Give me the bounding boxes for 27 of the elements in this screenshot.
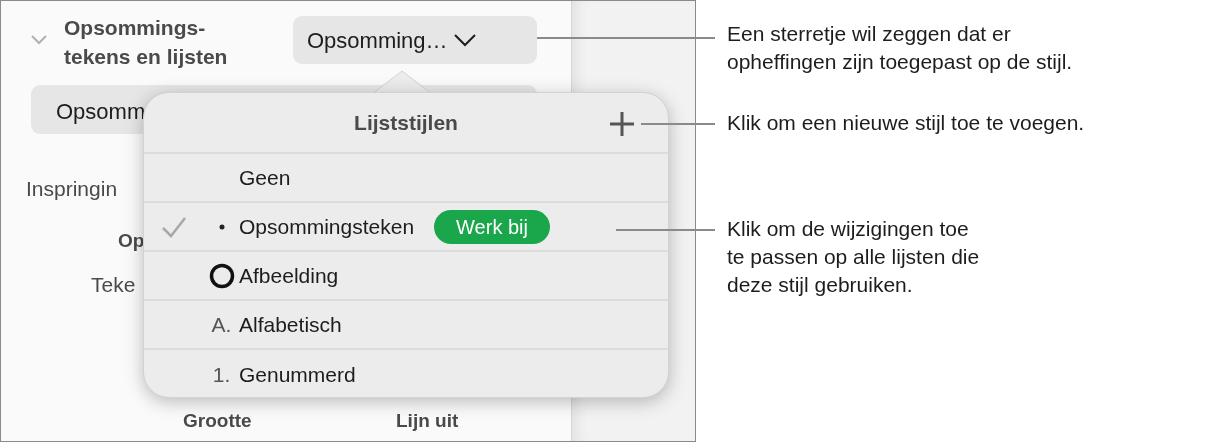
popover-title: Lijststijlen [354,109,458,136]
list-style-label: Alfabetisch [239,311,342,338]
ring-icon [208,262,235,289]
section-title: Opsommings- tekens en lijsten [64,15,228,70]
column-label: Lijn uit [396,409,459,433]
bullet-icon [218,223,225,230]
column-label: Grootte [183,409,252,433]
field-label: Inspringin [26,176,118,202]
list-marker: 1. [212,361,231,388]
list-style-item[interactable]: Afbeelding [144,252,668,301]
add-icon[interactable] [609,111,635,137]
list-style-item[interactable]: A. Alfabetisch [144,301,668,350]
list-style-item[interactable]: Geen [144,154,668,203]
list-marker: A. [211,311,232,338]
field-label: Op [118,229,145,253]
style-dropdown[interactable]: Opsomming… [293,16,537,64]
list-style-label: Genummerd [239,361,356,388]
callout-text: Klik om een nieuwe stijl toe te voegen. [727,110,1085,136]
list-style-label: Opsommingsteken [239,213,415,240]
callout-text: Een sterretje wil zeggen dat er opheffingen zijn toegepast op de stijl. [727,21,1073,75]
chevron-down-icon [453,33,476,47]
list-style-item[interactable]: Opsommingsteken Werk bij [144,203,668,252]
field-label: Teke [91,272,136,298]
list-style-item[interactable]: 1. Genummerd [144,350,668,399]
list-style-label: Geen [239,164,291,191]
list-style-label: Afbeelding [239,262,339,289]
callout-text: Klik om de wijzigingen toe te passen op alle lijsten die deze stijl gebruiken. [727,216,980,298]
